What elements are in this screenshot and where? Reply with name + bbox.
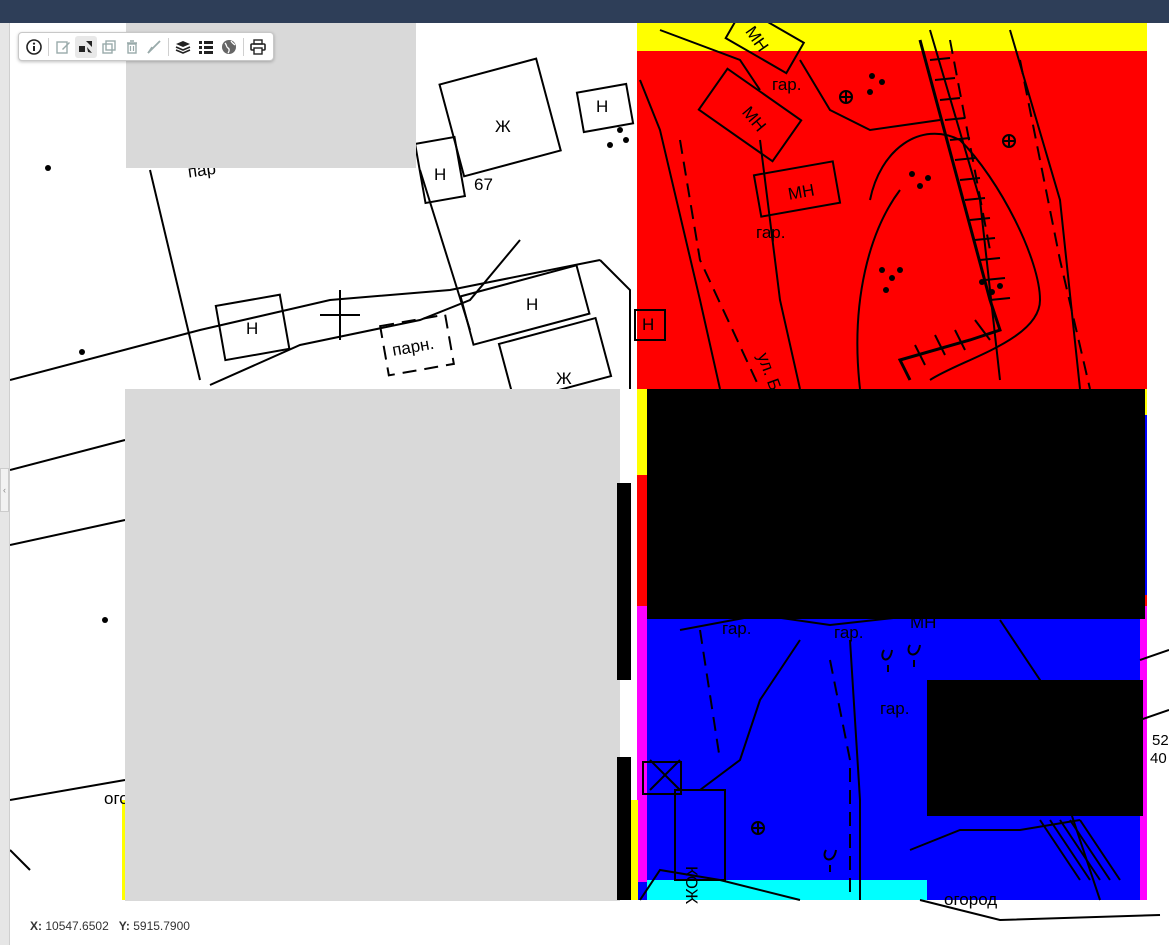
globe-icon <box>222 39 237 54</box>
globe-button[interactable] <box>218 36 240 58</box>
edit-icon <box>56 40 70 54</box>
select-features-button[interactable] <box>74 35 97 58</box>
red-zone[interactable] <box>637 51 1147 389</box>
legend-list-icon <box>199 40 214 54</box>
map-label-gar: гар. <box>722 619 751 638</box>
map-label-gar: гар. <box>772 75 801 94</box>
map-label-n: Н <box>642 315 654 334</box>
map-label-gar: гар. <box>756 223 785 242</box>
toolbar-separator <box>243 37 245 56</box>
coordinate-readout: X: 10547.6502 Y: 5915.7900 <box>30 919 190 935</box>
map-label-n: Н <box>246 319 258 338</box>
y-coordinate-value: 5915.7900 <box>133 919 190 933</box>
toolbar-separator <box>168 37 170 56</box>
edit-button[interactable] <box>52 36 74 58</box>
print-button[interactable] <box>247 36 269 58</box>
x-coordinate-value: 10547.6502 <box>45 919 109 933</box>
map-label-number: 67 <box>474 175 493 194</box>
map-label-edge-number: 52 <box>1152 732 1169 749</box>
redacted-area-gray-large <box>125 389 620 901</box>
map-label-gar: гар. <box>880 699 909 718</box>
copy-icon <box>101 39 116 54</box>
map-label-edge-number: 40 <box>1150 750 1167 767</box>
redacted-area-black-right <box>927 680 1143 816</box>
map-svg: МН МН МН МН гар. гар. гар. гар. гар. Ж Ж… <box>10 23 1169 922</box>
map-label-zh: Ж <box>495 117 511 136</box>
select-features-icon <box>78 40 92 53</box>
map-label-zh: Ж <box>556 369 572 388</box>
redacted-area-black-main <box>647 389 1145 619</box>
yellow-zone-bottom <box>630 800 638 900</box>
map-label-ogorod: огород <box>944 890 997 909</box>
map-label-n: Н <box>596 97 608 116</box>
measure-button[interactable] <box>144 36 166 58</box>
map-label-n: Н <box>526 295 538 314</box>
copy-button[interactable] <box>98 36 120 58</box>
magenta-border-left <box>637 606 647 882</box>
legend-list-button[interactable] <box>195 36 217 58</box>
panel-collapse-handle[interactable]: ‹ <box>0 468 9 512</box>
map-label-n: Н <box>434 165 446 184</box>
info-icon <box>26 38 42 55</box>
info-button[interactable] <box>23 36 45 58</box>
map-label-gar: гар. <box>834 623 863 642</box>
measure-icon <box>147 39 162 54</box>
yellow-zone-top <box>637 23 1147 51</box>
map-label-parn: парн. <box>391 334 436 360</box>
map-toolbar <box>18 32 274 61</box>
y-coordinate-label: Y: <box>118 919 130 933</box>
toolbar-separator <box>47 37 49 56</box>
x-coordinate-label: X: <box>30 919 42 933</box>
redacted-area-black-strip2 <box>617 757 631 900</box>
delete-button[interactable] <box>121 36 143 58</box>
layers-button[interactable] <box>172 36 194 58</box>
map-canvas[interactable]: МН МН МН МН гар. гар. гар. гар. гар. Ж Ж… <box>10 23 1169 945</box>
map-label-kozh: КОЖ <box>682 866 701 905</box>
top-header-bar <box>0 0 1169 23</box>
redacted-area-black-strip <box>617 483 631 680</box>
layers-icon <box>176 40 191 54</box>
delete-icon <box>126 39 137 54</box>
print-icon <box>250 38 266 55</box>
